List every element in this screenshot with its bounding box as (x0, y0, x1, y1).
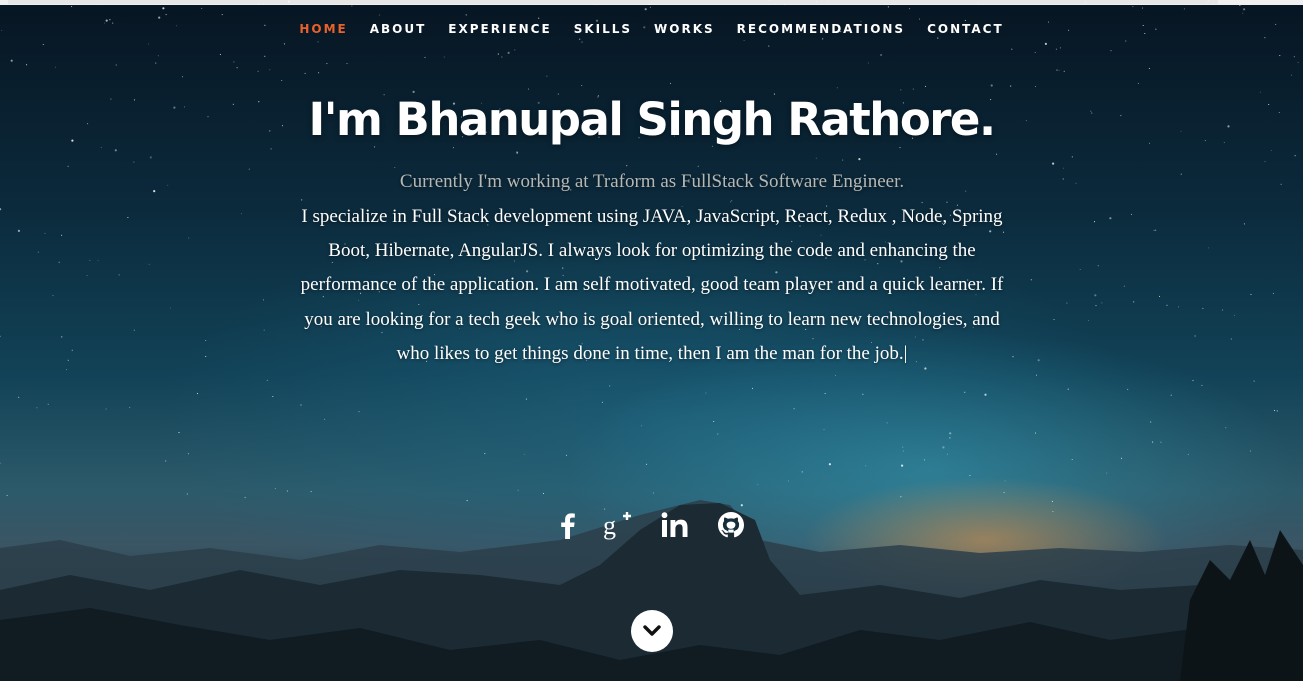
facebook-icon[interactable] (548, 506, 586, 544)
linkedin-icon[interactable] (656, 506, 694, 544)
hero-intro: Currently I'm working at Traform as Full… (290, 168, 1014, 371)
hero-section: HOME ABOUT EXPERIENCE SKILLS WORKS RECOMMENDA… (0, 0, 1303, 681)
nav-item-works[interactable]: WORKS (654, 19, 715, 39)
nav-item-skills[interactable]: SKILLS (574, 19, 632, 39)
nav-item-home[interactable]: HOME (299, 19, 347, 39)
svg-text:g: g (603, 511, 616, 540)
github-icon[interactable] (712, 506, 750, 544)
google-plus-icon[interactable]: g (600, 506, 638, 544)
main-navigation: HOME ABOUT EXPERIENCE SKILLS WORKS RECOMMENDA… (0, 19, 1303, 39)
social-links: g (548, 506, 748, 546)
scroll-down-button[interactable] (631, 610, 673, 652)
current-role-text: Currently I'm working at Traform as Full… (399, 171, 905, 192)
hero-headline: I'm Bhanupal Singh Rathore. (308, 93, 996, 146)
typing-cursor: | (903, 342, 908, 364)
chevron-down-icon (643, 625, 661, 636)
nav-item-experience[interactable]: EXPERIENCE (448, 19, 551, 39)
nav-item-about[interactable]: ABOUT (370, 19, 427, 39)
nav-item-recommendations[interactable]: RECOMMENDATIONS (737, 19, 905, 39)
bio-text: I specialize in Full Stack development u… (290, 200, 1014, 371)
bio-body: I specialize in Full Stack development u… (300, 206, 1004, 364)
nav-item-contact[interactable]: CONTACT (927, 19, 1004, 39)
